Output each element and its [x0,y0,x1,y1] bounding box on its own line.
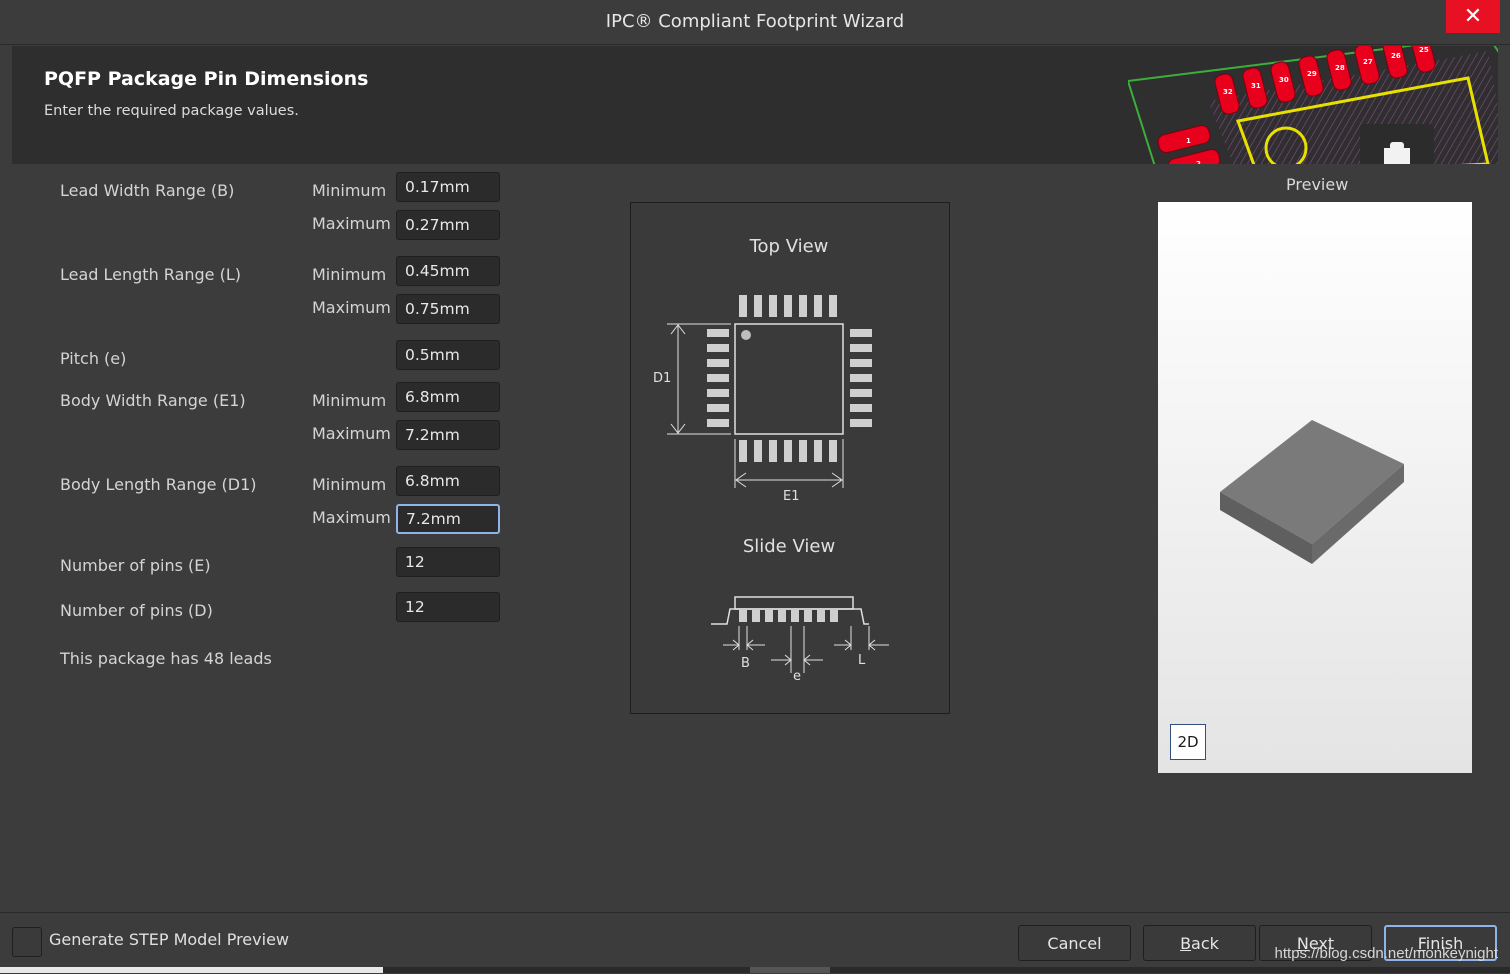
banner-pad-label: 27 [1363,58,1373,66]
banner-pad-label: 1 [1186,137,1191,145]
lead-length-max-label: Maximum [312,298,391,317]
body-length-max-input[interactable] [396,504,500,534]
page-subtitle: Enter the required package values. [44,103,299,119]
d1-dimension-label: D1 [653,371,671,386]
generate-step-checkbox[interactable] [12,927,42,957]
close-icon: ✕ [1463,4,1483,29]
lead-length-label: Lead Length Range (L) [60,265,241,284]
taskbar-strip [0,967,1510,973]
generate-step-label: Generate STEP Model Preview [49,930,289,949]
top-view-drawing: D1 E1 [653,295,872,504]
lead-count-text: This package has 48 leads [60,649,272,668]
banner-pad-label: 25 [1419,46,1429,54]
close-button[interactable]: ✕ [1446,0,1500,33]
dimension-diagram: Top View D1 E1 Slide View B e L [630,202,950,714]
package-3d-model [1220,420,1404,564]
lead-width-max-label: Maximum [312,214,391,233]
wizard-footer: Generate STEP Model Preview Cancel Back … [0,912,1510,974]
watermark-text: https://blog.csdn.net/monkeynight [1274,945,1498,962]
pins-d-input[interactable] [396,592,500,622]
wizard-header: PQFP Package Pin Dimensions Enter the re… [12,46,1498,164]
back-button[interactable]: Back [1143,925,1256,961]
banner-pad-label: 26 [1391,52,1401,60]
body-length-label: Body Length Range (D1) [60,475,257,494]
banner-pad-label: 30 [1279,76,1289,84]
pins-e-label: Number of pins (E) [60,556,211,575]
side-view-title: Slide View [743,536,835,557]
lead-length-min-input[interactable] [396,256,500,286]
window-title: IPC® Compliant Footprint Wizard [605,11,905,32]
pins-e-input[interactable] [396,547,500,577]
lead-width-min-label: Minimum [312,181,387,200]
pins-d-label: Number of pins (D) [60,601,213,620]
banner-pad-label: 29 [1307,70,1317,78]
body-length-max-label: Maximum [312,508,391,527]
lead-width-max-input[interactable] [396,210,500,240]
title-bar: IPC® Compliant Footprint Wizard ✕ [0,0,1510,45]
e1-dimension-label: E1 [783,489,800,504]
l-dimension-label: L [858,653,866,668]
lead-length-max-input[interactable] [396,294,500,324]
b-dimension-label: B [741,656,750,671]
body-width-min-label: Minimum [312,391,387,410]
3d-preview-viewport[interactable]: 2D [1158,202,1472,773]
preview-label: Preview [1286,175,1349,194]
lead-width-min-input[interactable] [396,172,500,202]
banner-pad-label: 2 [1196,160,1201,164]
cancel-button[interactable]: Cancel [1018,925,1131,961]
top-view-title: Top View [749,236,829,257]
body-width-max-input[interactable] [396,420,500,450]
body-length-min-label: Minimum [312,475,387,494]
pitch-label: Pitch (e) [60,349,127,368]
body-width-min-input[interactable] [396,382,500,412]
2d-view-button[interactable]: 2D [1170,724,1206,760]
banner-pad-label: 32 [1223,88,1233,96]
body-length-min-input[interactable] [396,466,500,496]
banner-pad-label: 31 [1251,82,1261,90]
pcb-banner-image: 32 31 30 29 28 27 26 25 1 2 [1128,46,1498,164]
lead-length-min-label: Minimum [312,265,387,284]
side-view-drawing: B e L [711,596,889,684]
body-width-label: Body Width Range (E1) [60,391,246,410]
page-title: PQFP Package Pin Dimensions [44,68,369,90]
lead-width-label: Lead Width Range (B) [60,181,235,200]
banner-pad-label: 28 [1335,64,1345,72]
body-width-max-label: Maximum [312,424,391,443]
e-dimension-label: e [793,669,801,684]
pitch-input[interactable] [396,340,500,370]
